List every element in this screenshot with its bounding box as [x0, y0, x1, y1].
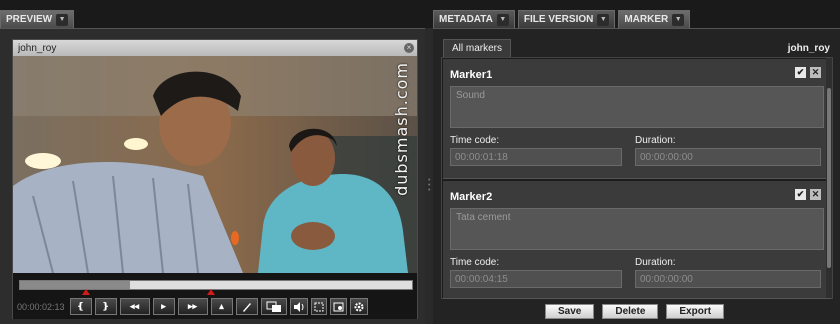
mark-out-button[interactable]: ❵ [94, 298, 117, 315]
preview-panel: john_roy × dubsmash.com 00:00:02:13 ❴ ❵ … [0, 28, 425, 324]
tab-preview[interactable]: PREVIEW ▼ [0, 10, 75, 28]
mark-in-button[interactable]: ❴ [69, 298, 92, 315]
chevron-down-icon[interactable]: ▼ [672, 13, 685, 26]
player-controls: 00:00:02:13 ❴ ❵ ◂◂ ▸ ▸▸ ▴ [13, 273, 417, 319]
scrollbar-thumb[interactable] [827, 88, 831, 268]
marker-card-actions: ✔ ✕ [795, 67, 821, 78]
snapshot-icon [333, 302, 344, 311]
frame-icon [266, 301, 281, 312]
volume-button[interactable] [289, 298, 308, 315]
marker-actions: Save Delete Export [545, 304, 725, 319]
delete-button[interactable]: Delete [602, 304, 659, 319]
volume-icon [293, 301, 304, 312]
control-button-row: 00:00:02:13 ❴ ❵ ◂◂ ▸ ▸▸ ▴ [17, 298, 368, 315]
tab-metadata-label: METADATA [439, 14, 493, 25]
rewind-icon: ◂◂ [130, 301, 140, 311]
marker-name: Marker1 [450, 69, 493, 81]
marker-name: Marker2 [450, 191, 493, 203]
preview-tabbar: PREVIEW ▼ [0, 10, 77, 28]
chevron-down-icon[interactable]: ▼ [597, 13, 610, 26]
duration-label: Duration: [635, 257, 676, 268]
time-code-field[interactable]: 00:00:04:15 [450, 270, 622, 288]
mark-out-icon: ❵ [101, 301, 110, 311]
marker-card: Marker1 ✔ ✕ Sound Time code: Duration: 0… [443, 59, 831, 179]
marker-indicator[interactable] [207, 289, 216, 295]
marker-user: john_roy [787, 43, 830, 54]
play-icon: ▸ [161, 301, 166, 311]
export-button[interactable]: Export [666, 304, 725, 319]
checkbox-icon[interactable]: ✔ [795, 189, 806, 200]
marker-card: Marker2 ✔ ✕ Tata cement Time code: Durat… [443, 181, 831, 299]
timeline-scrubber[interactable] [19, 280, 413, 290]
play-button[interactable]: ▸ [152, 298, 175, 315]
marker-indicator[interactable] [81, 289, 90, 295]
delete-icon[interactable]: ✕ [810, 67, 821, 78]
fullscreen-icon [314, 302, 324, 311]
up-button[interactable]: ▴ [210, 298, 233, 315]
settings-button[interactable] [349, 298, 368, 315]
timeline-progress [20, 281, 130, 289]
checkbox-icon[interactable]: ✔ [795, 67, 806, 78]
chevron-down-icon[interactable]: ▼ [496, 13, 509, 26]
duration-label: Duration: [635, 135, 676, 146]
pen-button[interactable] [235, 298, 258, 315]
duration-field[interactable]: 00:00:00:00 [635, 148, 821, 166]
fast-forward-button[interactable]: ▸▸ [177, 298, 208, 315]
current-timecode: 00:00:02:13 [17, 301, 65, 312]
marker-panel: All markers john_roy Marker1 ✔ ✕ Sound T… [433, 28, 840, 324]
marker-note-field[interactable]: Tata cement [450, 208, 824, 250]
pen-icon [242, 302, 251, 312]
frame-button[interactable] [260, 298, 287, 315]
tab-metadata[interactable]: METADATA ▼ [433, 10, 515, 28]
mark-in-icon: ❴ [76, 301, 85, 311]
up-icon: ▴ [219, 301, 224, 311]
tab-file-version[interactable]: FILE VERSION ▼ [517, 10, 616, 28]
close-icon[interactable]: × [404, 43, 414, 53]
delete-icon[interactable]: ✕ [810, 189, 821, 200]
fullscreen-button[interactable] [310, 298, 327, 315]
player-title: john_roy [18, 42, 57, 54]
tab-preview-label: PREVIEW [6, 14, 53, 25]
tab-all-markers[interactable]: All markers [443, 39, 512, 57]
duration-field[interactable]: 00:00:00:00 [635, 270, 821, 288]
marker-subtabs: All markers john_roy [443, 39, 838, 57]
video-image [13, 56, 417, 273]
player-title-bar: john_roy × [13, 40, 417, 56]
video-watermark: dubsmash.com [392, 62, 411, 196]
chevron-down-icon[interactable]: ▼ [56, 13, 69, 26]
save-button[interactable]: Save [545, 304, 595, 319]
marker-card-actions: ✔ ✕ [795, 189, 821, 200]
video-frame[interactable]: dubsmash.com [13, 56, 417, 273]
time-code-label: Time code: [450, 135, 500, 146]
rewind-button[interactable]: ◂◂ [119, 298, 150, 315]
splitter-grip-icon: • • • [428, 177, 431, 194]
tab-marker-label: MARKER [624, 14, 669, 25]
app-root: PREVIEW ▼ METADATA ▼ FILE VERSION ▼ MARK… [0, 0, 840, 324]
right-tabbar: METADATA ▼ FILE VERSION ▼ MARKER ▼ [433, 10, 693, 28]
time-code-field[interactable]: 00:00:01:18 [450, 148, 622, 166]
marker-list-scrollbar[interactable] [826, 58, 832, 298]
snapshot-button[interactable] [329, 298, 347, 315]
panel-splitter[interactable]: • • • [425, 28, 433, 324]
fast-forward-icon: ▸▸ [188, 301, 198, 311]
video-player: john_roy × dubsmash.com 00:00:02:13 ❴ ❵ … [12, 39, 418, 319]
time-code-label: Time code: [450, 257, 500, 268]
gear-icon [354, 302, 364, 311]
marker-note-field[interactable]: Sound [450, 86, 824, 128]
tab-marker[interactable]: MARKER ▼ [618, 10, 691, 28]
marker-list: Marker1 ✔ ✕ Sound Time code: Duration: 0… [441, 57, 833, 299]
tab-file-version-label: FILE VERSION [523, 14, 594, 25]
